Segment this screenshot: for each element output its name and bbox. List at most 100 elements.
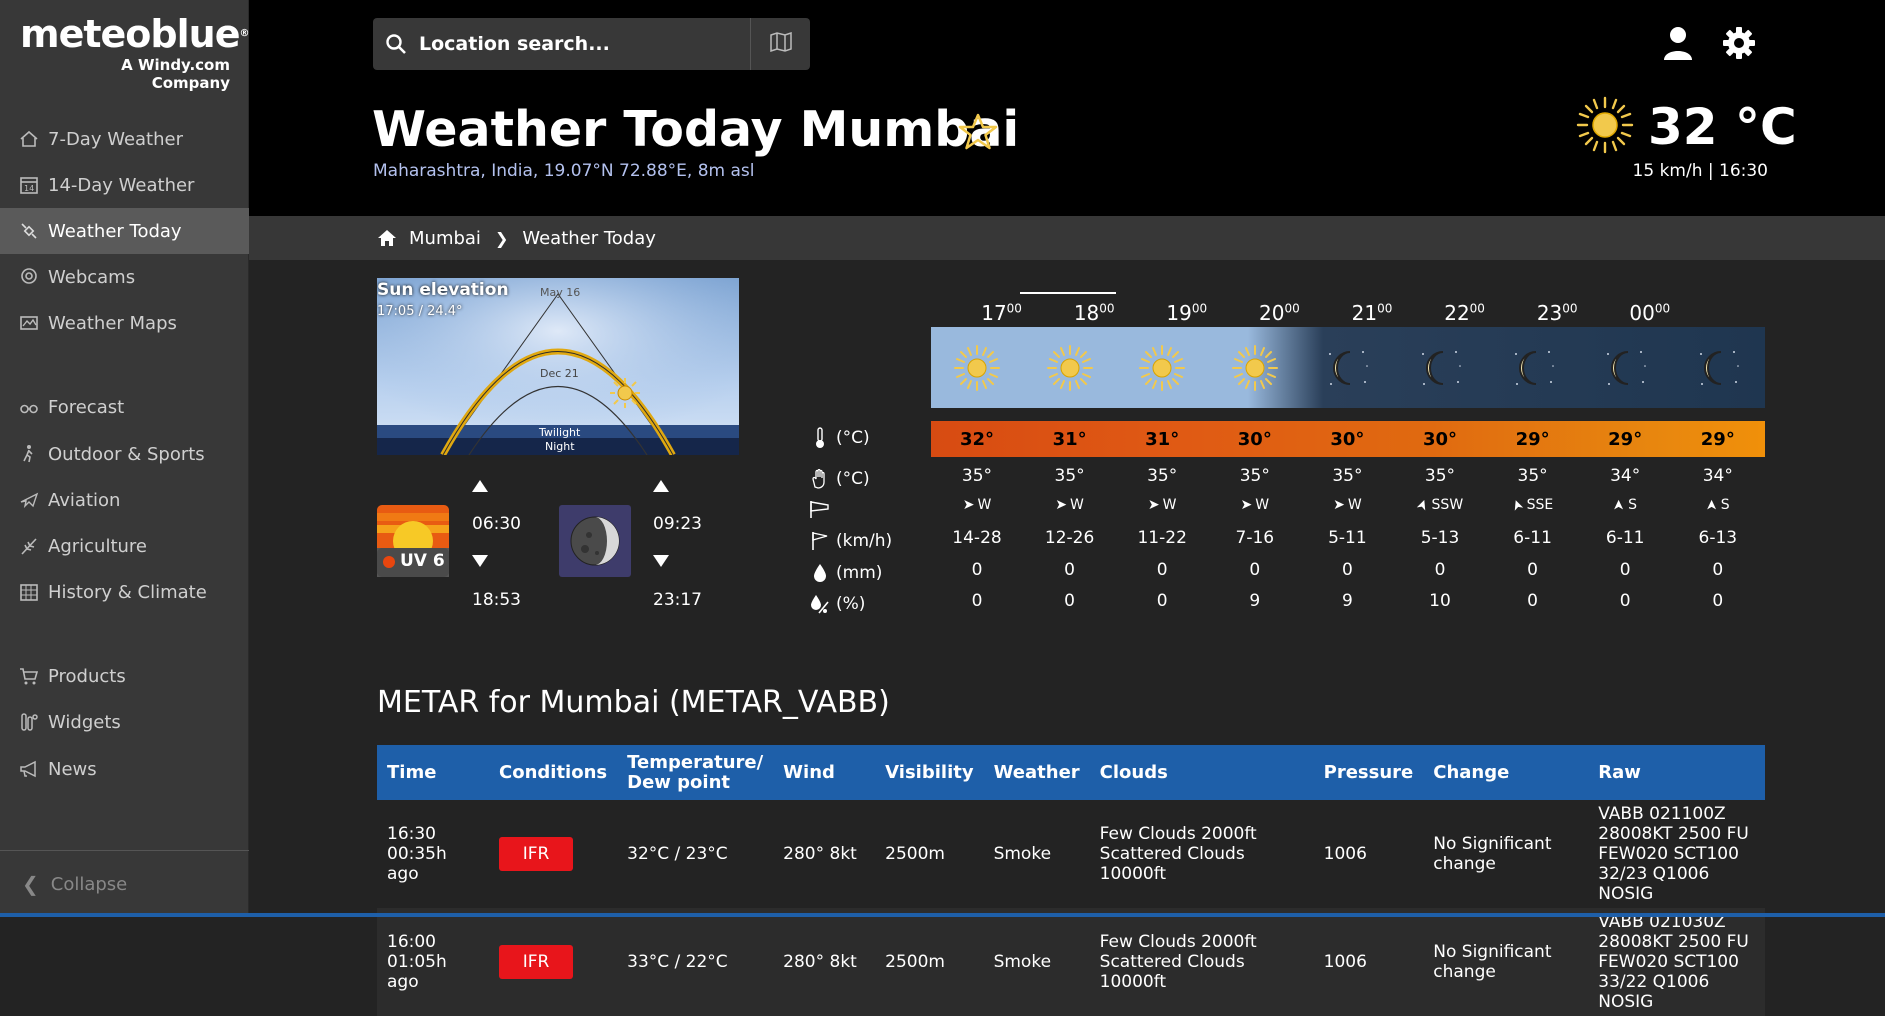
wind-direction-cell: ➤SSE — [1487, 497, 1579, 513]
metar-conditions-cell: IFR — [489, 800, 618, 908]
map-search-button[interactable] — [750, 18, 810, 70]
moonset-time: 23:17 — [653, 590, 702, 610]
moon-icon — [1394, 327, 1486, 408]
breadcrumb: Mumbai ❯ Weather Today — [249, 216, 1885, 260]
page-title: Weather Today Mumbai — [372, 101, 1020, 158]
wind-arrow-icon: ➤ — [1147, 497, 1160, 513]
sidebar-item-history-climate[interactable]: History & Climate — [0, 569, 249, 615]
metar-wind: 280° 8kt — [773, 800, 876, 908]
hour-label: 1700 — [962, 301, 1042, 325]
location-search[interactable] — [373, 18, 810, 70]
percent-drop-icon — [808, 593, 832, 615]
metar-table: Time Conditions Temperature/ Dew point W… — [377, 745, 1765, 1016]
home-icon[interactable] — [377, 229, 397, 247]
metar-weather: Smoke — [983, 800, 1090, 908]
wind-direction-label: SSE — [1526, 497, 1554, 513]
sidebar-item-forecast[interactable]: Forecast — [0, 384, 249, 430]
metar-temperature: 32°C / 23°C — [617, 800, 774, 908]
sidebar-item-widgets[interactable]: Widgets — [0, 699, 249, 745]
sun-elevation-max-label: May 16 — [540, 286, 581, 299]
temperature-cell: 32° — [959, 428, 995, 450]
breadcrumb-separator-icon: ❯ — [494, 228, 509, 248]
sun-icon — [1576, 96, 1634, 154]
sidebar: meteoblue® A Windy.com Company 7-Day Wea… — [0, 0, 249, 917]
logo[interactable]: meteoblue® A Windy.com Company — [20, 14, 249, 92]
metar-ago: 01:05h ago — [387, 952, 447, 992]
metar-raw-line: FEW020 SCT100 33/22 Q1006 — [1598, 952, 1739, 992]
hour-minutes: 00 — [1191, 301, 1208, 316]
metar-row: 16:00 01:05h ago IFR 33°C / 22°C 280° 8kt… — [377, 908, 1765, 1016]
precipitation-cell: 0 — [1434, 560, 1446, 580]
sidebar-item-label: Outdoor & Sports — [48, 443, 205, 465]
sidebar-item-7-day-weather[interactable]: 7-Day Weather — [0, 116, 249, 162]
wind-direction-label: SSW — [1431, 497, 1464, 513]
metar-col-clouds: Clouds — [1089, 745, 1314, 800]
collapse-button[interactable]: ❮ Collapse — [0, 850, 249, 917]
metar-time: 16:30 — [387, 824, 436, 844]
temperature-cell: 29° — [1608, 428, 1643, 450]
metar-title: METAR for Mumbai (METAR_VABB) — [377, 685, 890, 720]
sidebar-item-label: Agriculture — [48, 535, 147, 557]
precip-probability-cell: 0 — [1064, 591, 1075, 611]
sidebar-item-webcams[interactable]: Webcams — [0, 254, 249, 300]
hour-value: 21 — [1351, 301, 1378, 325]
felt-temperature-row-label: (°C) — [808, 468, 870, 490]
hour-value: 22 — [1444, 301, 1470, 325]
sun-elevation-title: Sun elevation — [377, 280, 509, 300]
wind-speed-cell: 7-16 — [1235, 528, 1275, 548]
sidebar-item-aviation[interactable]: Aviation — [0, 477, 249, 523]
sun-icon — [1116, 327, 1208, 408]
precip-probability-cell: 0 — [971, 591, 983, 611]
sidebar-item-14-day-weather[interactable]: 14 14-Day Weather — [0, 162, 249, 208]
hour-value: 23 — [1536, 301, 1563, 325]
precipitation-unit: (mm) — [836, 563, 883, 583]
felt-temperature-cell: 35° — [1147, 466, 1178, 486]
temperature-cell: 31° — [1052, 428, 1087, 450]
wind-arrow-icon: ➤ — [1240, 497, 1253, 513]
search-icon — [373, 18, 419, 70]
temperature-row-label: (°C) — [808, 427, 870, 449]
favorite-star-icon[interactable] — [958, 112, 998, 152]
wind-direction-cell: ➤ W — [1116, 497, 1208, 513]
metar-clouds-line: 10000ft — [1099, 972, 1167, 992]
hour-minutes: 00 — [1562, 301, 1578, 316]
wind-direction-label: W — [1255, 497, 1270, 513]
sidebar-item-label: Products — [48, 665, 126, 687]
sun-icon — [1209, 327, 1301, 408]
wind-arrow-icon: ➤ — [962, 497, 975, 513]
sun-elevation-chart[interactable]: Sun elevation 17:05 / 24.4° May 16 Dec 2… — [377, 278, 739, 455]
gear-icon[interactable] — [1722, 26, 1756, 60]
search-input[interactable] — [419, 33, 749, 55]
sidebar-item-label: News — [48, 758, 97, 780]
user-icon[interactable] — [1662, 26, 1694, 60]
map-icon — [769, 31, 792, 56]
felt-temperature-cell: 35° — [1239, 466, 1270, 486]
sidebar-item-products[interactable]: Products — [0, 653, 249, 699]
widgets-icon — [18, 712, 40, 732]
plant-icon — [18, 536, 40, 556]
sunrise-arrow-icon — [472, 480, 488, 492]
felt-temperature-cell: 34° — [1610, 466, 1641, 486]
metar-raw-line: NOSIG — [1598, 884, 1654, 904]
sidebar-item-weather-today[interactable]: Weather Today — [0, 208, 249, 254]
wind-direction-label: S — [1628, 497, 1637, 513]
current-hour-indicator — [1020, 292, 1116, 294]
metar-raw-line: VABB 021100Z 28008KT 2500 FU — [1598, 804, 1749, 844]
temperature-cell: 29° — [1515, 428, 1550, 450]
location-subtitle: Maharashtra, India, 19.07°N 72.88°E, 8m … — [373, 161, 755, 181]
sidebar-item-outdoor-sports[interactable]: Outdoor & Sports — [0, 431, 249, 477]
ifr-badge: IFR — [499, 945, 573, 979]
calendar-icon: 14 — [18, 175, 40, 195]
precip-probability-unit: (%) — [836, 594, 866, 614]
metar-col-raw: Raw — [1588, 745, 1765, 800]
metar-conditions-cell: IFR — [489, 908, 618, 1016]
breadcrumb-current: Weather Today — [522, 227, 656, 249]
breadcrumb-home-link[interactable]: Mumbai — [409, 228, 481, 249]
wind-speed-cell: 6-11 — [1605, 528, 1645, 548]
metar-col-time: Time — [377, 745, 489, 800]
sidebar-item-agriculture[interactable]: Agriculture — [0, 523, 249, 569]
wind-direction-cell: ➤ W — [1209, 497, 1301, 513]
sidebar-item-news[interactable]: News — [0, 746, 249, 792]
sidebar-item-weather-maps[interactable]: Weather Maps — [0, 300, 249, 346]
hand-icon — [808, 468, 832, 490]
